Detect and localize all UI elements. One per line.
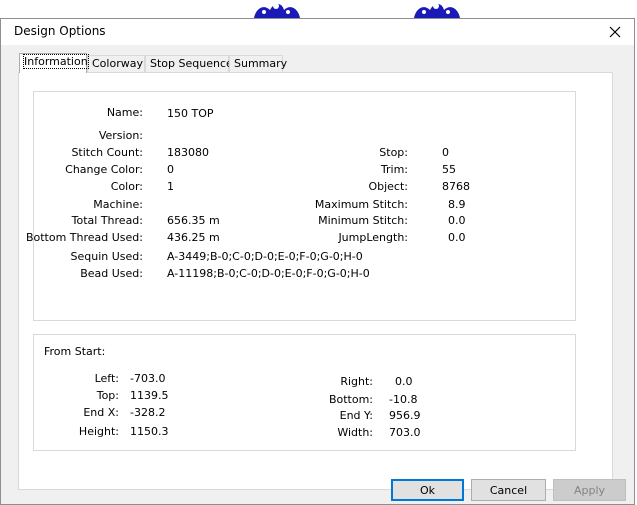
close-icon bbox=[609, 26, 621, 38]
close-button[interactable] bbox=[600, 20, 630, 44]
right-value: 0.0 bbox=[395, 375, 413, 388]
top-label: Top: bbox=[96, 389, 119, 402]
top-value: 1139.5 bbox=[130, 389, 169, 402]
stitch-count-value: 183080 bbox=[167, 146, 209, 159]
jump-length-label: JumpLength: bbox=[338, 231, 408, 244]
version-label: Version: bbox=[98, 129, 143, 142]
tab-colorway[interactable]: Colorway bbox=[87, 55, 145, 72]
trim-value: 55 bbox=[442, 163, 456, 176]
min-stitch-value: 0.0 bbox=[448, 214, 466, 227]
apply-button[interactable]: Apply bbox=[553, 479, 626, 501]
object-label: Object: bbox=[368, 180, 408, 193]
width-value: 703.0 bbox=[389, 426, 421, 439]
bottom-value: -10.8 bbox=[389, 393, 418, 406]
height-label: Height: bbox=[78, 425, 119, 438]
cancel-button[interactable]: Cancel bbox=[471, 479, 546, 501]
left-value: -703.0 bbox=[130, 372, 166, 385]
embroidery-art-icon bbox=[414, 3, 460, 18]
design-options-dialog: Design Options Information Colorway Stop… bbox=[0, 18, 635, 505]
stop-value: 0 bbox=[442, 146, 449, 159]
design-info-group: Name: 150 TOP Version: Stitch Count: 183… bbox=[26, 91, 576, 321]
end-x-label: End X: bbox=[83, 406, 119, 419]
title-bar: Design Options bbox=[1, 19, 634, 45]
bottom-thread-label: Bottom Thread Used: bbox=[25, 231, 143, 244]
stitch-count-label: Stitch Count: bbox=[71, 146, 143, 159]
tab-summary[interactable]: Summary bbox=[229, 55, 287, 72]
stop-label: Stop: bbox=[379, 146, 408, 159]
right-label: Right: bbox=[340, 375, 373, 388]
color-value: 1 bbox=[167, 180, 174, 193]
bead-used-label: Bead Used: bbox=[80, 267, 143, 280]
height-value: 1150.3 bbox=[130, 425, 169, 438]
bottom-thread-value: 436.25 m bbox=[167, 231, 220, 244]
total-thread-label: Total Thread: bbox=[71, 214, 143, 227]
dialog-title: Design Options bbox=[14, 24, 106, 38]
color-label: Color: bbox=[110, 180, 143, 193]
ok-button[interactable]: Ok bbox=[391, 479, 464, 501]
from-start-header: From Start: bbox=[44, 345, 106, 358]
tab-stop-sequence[interactable]: Stop Sequence bbox=[145, 55, 233, 72]
min-stitch-label: Minimum Stitch: bbox=[318, 214, 408, 227]
total-thread-value: 656.35 m bbox=[167, 214, 220, 227]
width-label: Width: bbox=[337, 426, 373, 439]
max-stitch-value: 8.9 bbox=[448, 198, 466, 211]
change-color-value: 0 bbox=[167, 163, 174, 176]
information-panel: Name: 150 TOP Version: Stitch Count: 183… bbox=[18, 72, 613, 490]
tab-information[interactable]: Information bbox=[19, 53, 89, 73]
max-stitch-label: Maximum Stitch: bbox=[314, 198, 408, 211]
machine-label: Machine: bbox=[93, 198, 143, 211]
from-start-group: From Start: Left: -703.0 Top: 1139.5 End… bbox=[33, 334, 576, 451]
sequin-used-value: A-3449;B-0;C-0;D-0;E-0;F-0;G-0;H-0 bbox=[167, 250, 363, 263]
name-label: Name: bbox=[106, 106, 143, 119]
background-canvas bbox=[0, 0, 637, 20]
embroidery-art-icon bbox=[254, 3, 300, 18]
jump-length-value: 0.0 bbox=[448, 231, 466, 244]
name-value: 150 TOP bbox=[167, 107, 214, 120]
sequin-used-label: Sequin Used: bbox=[70, 250, 143, 263]
change-color-label: Change Color: bbox=[65, 163, 143, 176]
bead-used-value: A-11198;B-0;C-0;D-0;E-0;F-0;G-0;H-0 bbox=[167, 267, 370, 280]
bottom-label: Bottom: bbox=[328, 393, 373, 406]
trim-label: Trim: bbox=[380, 163, 408, 176]
end-y-value: 956.9 bbox=[389, 409, 421, 422]
end-x-value: -328.2 bbox=[130, 406, 166, 419]
left-label: Left: bbox=[94, 372, 119, 385]
object-value: 8768 bbox=[442, 180, 470, 193]
end-y-label: End Y: bbox=[339, 409, 373, 422]
